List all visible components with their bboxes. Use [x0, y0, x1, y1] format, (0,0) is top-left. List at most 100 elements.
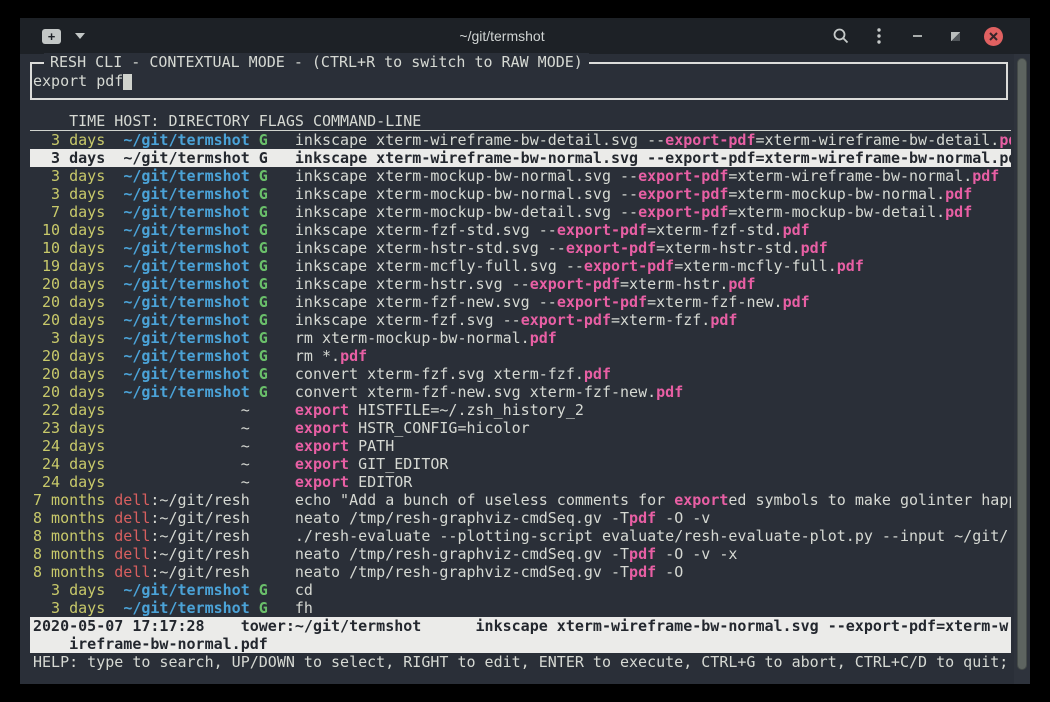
- history-row[interactable]: 7 days ~/git/termshot G inkscape xterm-m…: [30, 203, 1011, 221]
- history-row[interactable]: 3 days ~/git/termshot G rm xterm-mockup-…: [30, 329, 1011, 347]
- row-command-segment: pdf: [530, 329, 557, 347]
- menu-button[interactable]: [860, 21, 898, 51]
- row-directory: ~/git/termshot: [123, 149, 249, 167]
- row-time: 20 days: [33, 311, 105, 329]
- row-command-segment: pdf: [710, 311, 737, 329]
- help-line: HELP: type to search, UP/DOWN to select,…: [33, 653, 1025, 671]
- history-row[interactable]: 24 days ~ export PATH: [30, 437, 1011, 455]
- history-row[interactable]: 3 days ~/git/termshot G inkscape xterm-m…: [30, 167, 1011, 185]
- history-row[interactable]: 24 days ~ export EDITOR: [30, 473, 1011, 491]
- row-command-segment: inkscape xterm-mockup-bw-normal.svg --: [295, 185, 638, 203]
- row-host: dell: [114, 545, 150, 563]
- row-time: 19 days: [33, 257, 105, 275]
- history-row[interactable]: 20 days ~/git/termshot G rm *.pdf: [30, 347, 1011, 365]
- row-time: 8 months: [33, 527, 105, 545]
- scrollbar[interactable]: [1014, 54, 1030, 684]
- history-row[interactable]: 20 days ~/git/termshot G convert xterm-f…: [30, 383, 1011, 401]
- history-row[interactable]: 20 days ~/git/termshot G inkscape xterm-…: [30, 293, 1011, 311]
- history-row[interactable]: 8 months dell:~/git/resh ./resh-evaluate…: [30, 527, 1011, 545]
- row-command-segment: =xterm-hstr.: [620, 275, 728, 293]
- history-row[interactable]: 3 days ~/git/termshot G inkscape xterm-m…: [30, 185, 1011, 203]
- row-flags: [259, 491, 268, 509]
- row-host: dell: [114, 527, 150, 545]
- row-command-segment: rm *.: [295, 347, 340, 365]
- restore-icon: [951, 32, 960, 41]
- chevron-down-icon[interactable]: [75, 33, 85, 39]
- row-directory: :~/git/resh: [150, 527, 249, 545]
- history-row[interactable]: 23 days ~ export HSTR_CONFIG=hicolor: [30, 419, 1011, 437]
- row-command-segment: inkscape xterm-wireframe-bw-normal.svg -…: [295, 149, 665, 167]
- row-command-segment: =xterm-hstr-std.: [656, 239, 801, 257]
- row-command-segment: export: [295, 437, 349, 455]
- row-command-segment: convert xterm-fzf-new.svg xterm-fzf-new.: [295, 383, 656, 401]
- search-button[interactable]: [822, 21, 860, 51]
- history-row[interactable]: 20 days ~/git/termshot G inkscape xterm-…: [30, 275, 1011, 293]
- row-flags: G: [259, 293, 268, 311]
- row-command-segment: export-pdf: [566, 239, 656, 257]
- close-button[interactable]: [974, 21, 1012, 51]
- scrollbar-thumb[interactable]: [1017, 58, 1027, 670]
- row-flags: [259, 401, 268, 419]
- row-command-segment: pdf: [340, 347, 367, 365]
- history-row[interactable]: 24 days ~ export GIT_EDITOR: [30, 455, 1011, 473]
- minimize-button[interactable]: [898, 21, 936, 51]
- history-row[interactable]: 8 months dell:~/git/resh neato /tmp/resh…: [30, 563, 1011, 581]
- row-command-segment: HISTFILE=~/.zsh_history_2: [349, 401, 584, 419]
- row-time: 10 days: [33, 239, 105, 257]
- row-command-segment: ./resh-evaluate --plotting-script evalua…: [295, 527, 1011, 545]
- history-row[interactable]: 19 days ~/git/termshot G inkscape xterm-…: [30, 257, 1011, 275]
- row-time: 20 days: [33, 365, 105, 383]
- row-command-segment: export-pdf: [557, 221, 647, 239]
- history-row[interactable]: 8 months dell:~/git/resh neato /tmp/resh…: [30, 509, 1011, 527]
- row-command-segment: pdf: [837, 257, 864, 275]
- row-flags: G: [259, 257, 268, 275]
- row-command-segment: =xterm-fzf.: [611, 311, 710, 329]
- row-flags: G: [259, 275, 268, 293]
- row-time: 3 days: [33, 599, 105, 617]
- history-row[interactable]: 3 days ~/git/termshot G cd: [30, 581, 1011, 599]
- row-command-segment: export-pdf: [638, 167, 728, 185]
- row-directory: :~/git/resh: [150, 509, 249, 527]
- row-time: 3 days: [33, 185, 105, 203]
- row-command-segment: inkscape xterm-hstr-std.svg --: [295, 239, 566, 257]
- row-command-segment: pdf: [629, 563, 656, 581]
- row-flags: G: [259, 239, 268, 257]
- row-command-segment: inkscape xterm-mcfly-full.svg --: [295, 257, 584, 275]
- history-row[interactable]: 22 days ~ export HISTFILE=~/.zsh_history…: [30, 401, 1011, 419]
- row-time: 20 days: [33, 347, 105, 365]
- resh-mode-title: RESH CLI - CONTEXTUAL MODE - (CTRL+R to …: [44, 53, 589, 71]
- row-command-segment: neato /tmp/resh-graphviz-cmdSeq.gv -T: [295, 545, 629, 563]
- history-row[interactable]: 20 days ~/git/termshot G convert xterm-f…: [30, 365, 1011, 383]
- history-row[interactable]: 3 days ~/git/termshot G fh: [30, 599, 1011, 617]
- row-directory: ~/git/termshot: [123, 599, 249, 617]
- row-command-segment: pdf: [783, 293, 810, 311]
- row-command-segment: export: [295, 455, 349, 473]
- row-time: 7 days: [33, 203, 105, 221]
- row-command-segment: inkscape xterm-mockup-bw-detail.svg --: [295, 203, 638, 221]
- row-command-segment: -O -v: [656, 509, 710, 527]
- history-row[interactable]: 20 days ~/git/termshot G inkscape xterm-…: [30, 311, 1011, 329]
- restore-button[interactable]: [936, 21, 974, 51]
- history-row[interactable]: 10 days ~/git/termshot G inkscape xterm-…: [30, 239, 1011, 257]
- row-command-segment: GIT_EDITOR: [349, 455, 448, 473]
- history-row[interactable]: 3 days ~/git/termshot G inkscape xterm-w…: [30, 149, 1011, 167]
- row-command-segment: inkscape xterm-mockup-bw-normal.svg --: [295, 167, 638, 185]
- row-command-segment: export-pdf: [584, 257, 674, 275]
- status-bar: 2020-05-07 17:17:28 tower:~/git/termshot…: [30, 617, 1011, 653]
- history-row[interactable]: 3 days ~/git/termshot G inkscape xterm-w…: [30, 131, 1011, 149]
- terminal-content: RESH CLI - CONTEXTUAL MODE - (CTRL+R to …: [20, 54, 1030, 684]
- row-time: 3 days: [33, 167, 105, 185]
- new-tab-icon[interactable]: +: [42, 29, 61, 44]
- history-row[interactable]: 8 months dell:~/git/resh neato /tmp/resh…: [30, 545, 1011, 563]
- history-row[interactable]: 7 months dell:~/git/resh echo "Add a bun…: [30, 491, 1011, 509]
- row-command-segment: -O: [656, 563, 683, 581]
- row-flags: G: [259, 311, 268, 329]
- row-time: 8 months: [33, 563, 105, 581]
- row-command-segment: rm xterm-mockup-bw-normal.: [295, 329, 530, 347]
- window-title: ~/git/termshot: [222, 28, 782, 44]
- history-row[interactable]: 10 days ~/git/termshot G inkscape xterm-…: [30, 221, 1011, 239]
- row-flags: G: [259, 167, 268, 185]
- row-command-segment: inkscape xterm-fzf.svg --: [295, 311, 521, 329]
- row-command-segment: inkscape xterm-fzf-std.svg --: [295, 221, 557, 239]
- row-command-segment: =xterm-wireframe-bw-normal.: [728, 167, 972, 185]
